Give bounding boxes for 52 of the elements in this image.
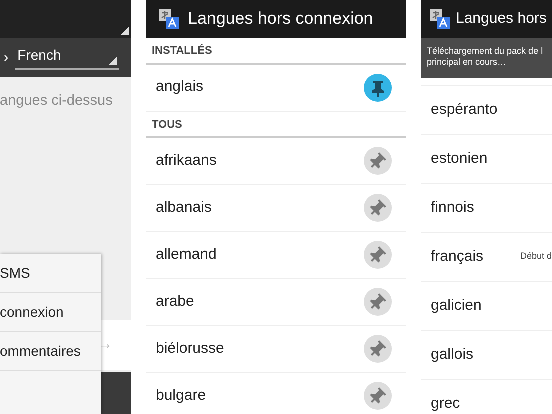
language-row[interactable]: albanais xyxy=(146,185,406,232)
menu-item[interactable]: ommentaires xyxy=(0,332,101,371)
language-name: estonien xyxy=(431,148,488,169)
pushpin-icon[interactable] xyxy=(364,241,392,269)
language-name: arabe xyxy=(156,292,194,312)
language-name: biélorusse xyxy=(156,338,224,359)
language-name: français xyxy=(431,246,484,267)
language-row[interactable]: allemand xyxy=(146,232,406,279)
hint-text: angues ci-dessus xyxy=(0,92,114,111)
language-row[interactable]: français Début d xyxy=(421,233,552,282)
language-name: galicien xyxy=(431,296,482,316)
app-title: Langues hors connexion xyxy=(188,8,374,30)
menu-item[interactable]: connexion xyxy=(0,293,101,332)
language-row[interactable]: espéranto xyxy=(421,86,552,135)
translate-icon xyxy=(429,8,451,30)
language-name: finnois xyxy=(431,198,474,218)
language-row[interactable]: gallois xyxy=(421,331,552,380)
section-header: TOUS xyxy=(146,112,406,138)
dropdown-corner-icon xyxy=(108,57,117,65)
pushpin-icon[interactable] xyxy=(364,147,392,175)
language-row[interactable]: arabe xyxy=(146,279,406,326)
language-row[interactable]: biélorusse xyxy=(146,326,406,373)
pushpin-icon[interactable] xyxy=(364,288,392,316)
language-name: grec xyxy=(431,394,460,414)
chevron-icon: › xyxy=(4,47,9,68)
language-row[interactable]: anglais xyxy=(146,64,406,112)
language-row[interactable]: finnois xyxy=(421,184,552,233)
pushpin-icon[interactable] xyxy=(364,335,392,363)
language-row[interactable]: estonien xyxy=(421,135,552,184)
language-name: bulgare xyxy=(156,386,206,406)
dropdown-corner-icon xyxy=(121,27,129,35)
language-name: gallois xyxy=(431,344,474,365)
menu-item[interactable]: SMS xyxy=(0,254,101,293)
language-dropdown[interactable]: French xyxy=(14,45,119,70)
pushpin-icon[interactable] xyxy=(364,382,392,410)
pushpin-icon[interactable] xyxy=(364,74,392,102)
app-title: Langues hors xyxy=(456,8,547,29)
translate-icon xyxy=(158,8,180,30)
section-header: INSTALLÉS xyxy=(146,38,406,64)
banner-text: principal en cours… xyxy=(427,57,508,68)
status-text: Début d xyxy=(520,250,552,264)
language-name: espéranto xyxy=(431,100,498,120)
language-row[interactable]: bulgare xyxy=(146,373,406,414)
banner-text: Téléchargement du pack de l xyxy=(427,46,544,57)
language-name: afrikaans xyxy=(156,150,217,171)
language-name: albanais xyxy=(156,198,212,218)
pushpin-icon[interactable] xyxy=(364,194,392,222)
language-name: anglais xyxy=(156,77,204,98)
language-row[interactable]: galicien xyxy=(421,282,552,331)
language-row[interactable]: grec xyxy=(421,380,552,414)
language-name: allemand xyxy=(156,244,217,265)
language-row[interactable]: afrikaans xyxy=(146,138,406,185)
